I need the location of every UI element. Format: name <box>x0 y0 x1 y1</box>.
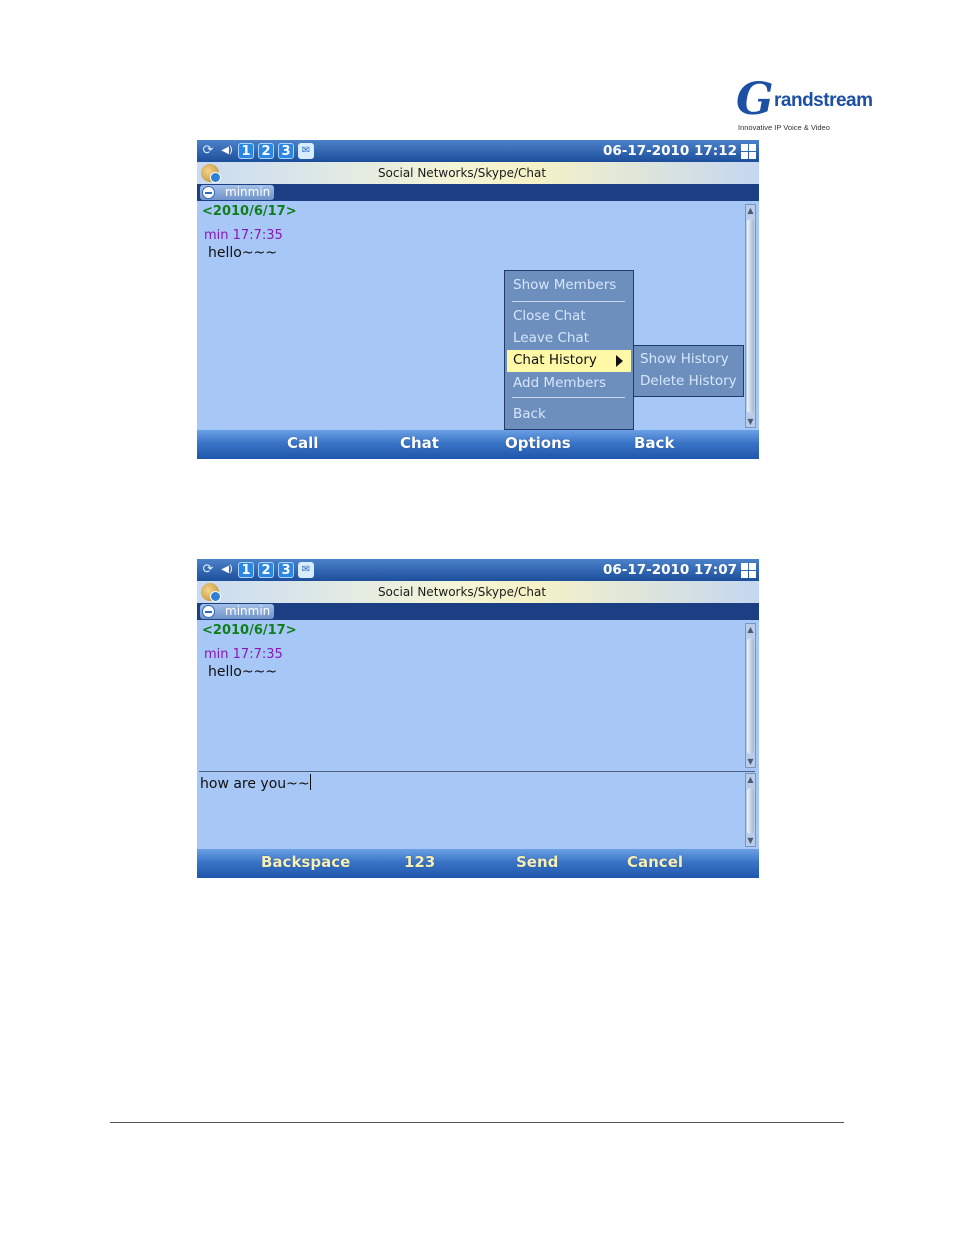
chat-date: <2010/6/17> <box>202 623 297 638</box>
chat-scrollbar[interactable]: ▲ ▼ <box>745 204 756 428</box>
message-text: hello~~~ <box>208 664 278 680</box>
datetime: 06-17-2010 17:12 <box>602 143 737 159</box>
contact-tab[interactable]: minmin <box>200 185 274 200</box>
line-3-icon[interactable]: 3 <box>278 562 294 578</box>
title-bar: Social Networks/Skype/Chat <box>197 581 759 603</box>
status-bar: ⟳ ◀) 1 2 3 ✉ 06-17-2010 17:12 <box>197 140 759 162</box>
message-input[interactable]: how are you~~ <box>199 771 755 850</box>
screenshot-compose-message: ⟳ ◀) 1 2 3 ✉ 06-17-2010 17:07 Social Net… <box>197 559 759 878</box>
message-sender: min 17:7:35 <box>204 228 283 243</box>
message-input-text[interactable]: how are you~~ <box>200 774 311 792</box>
scroll-up-icon[interactable]: ▲ <box>746 775 755 784</box>
softkey-bar: Backspace 123 Send Cancel <box>197 849 759 878</box>
submenu-item-show-history[interactable]: Show History <box>640 351 729 367</box>
scroll-thumb[interactable] <box>747 788 754 834</box>
submenu-arrow-icon <box>616 355 623 367</box>
softkey-123[interactable]: 123 <box>404 853 435 871</box>
message-input-value: how are you~~ <box>200 776 310 792</box>
input-scrollbar[interactable]: ▲ ▼ <box>745 773 756 847</box>
scroll-up-icon[interactable]: ▲ <box>746 206 755 215</box>
scroll-down-icon[interactable]: ▼ <box>746 417 755 426</box>
softkey-back[interactable]: Back <box>634 434 674 452</box>
menu-divider <box>512 397 625 398</box>
page-footer-rule <box>110 1122 844 1123</box>
chat-history-submenu: Show History Delete History <box>633 345 744 397</box>
contact-tab[interactable]: minmin <box>200 604 274 619</box>
menu-item-leave-chat[interactable]: Leave Chat <box>513 330 589 346</box>
line-2-icon[interactable]: 2 <box>258 143 274 159</box>
contact-status-icon <box>202 186 215 199</box>
menu-item-add-members[interactable]: Add Members <box>513 375 606 391</box>
grandstream-logo: G randstream Innovative IP Voice & Video <box>734 74 873 138</box>
sync-icon: ⟳ <box>202 143 214 158</box>
menu-item-chat-history-label: Chat History <box>513 352 597 368</box>
speaker-icon: ◀) <box>221 145 233 156</box>
message-sender: min 17:7:35 <box>204 647 283 662</box>
softkey-options[interactable]: Options <box>505 434 571 452</box>
scroll-thumb[interactable] <box>747 219 754 413</box>
softkey-bar: Call Chat Options Back <box>197 430 759 459</box>
page-title: Social Networks/Skype/Chat <box>377 585 547 599</box>
chat-history-pane: <2010/6/17> min 17:7:35 hello~~~ <box>199 620 740 770</box>
scroll-down-icon[interactable]: ▼ <box>746 757 755 766</box>
contact-tab-bar: minmin <box>197 603 759 620</box>
contact-name: minmin <box>225 185 271 199</box>
screenshot-options-menu: ⟳ ◀) 1 2 3 ✉ 06-17-2010 17:12 Social Net… <box>197 140 759 459</box>
menu-item-show-members[interactable]: Show Members <box>513 277 616 293</box>
title-bar: Social Networks/Skype/Chat <box>197 162 759 184</box>
scroll-up-icon[interactable]: ▲ <box>746 625 755 634</box>
status-bar: ⟳ ◀) 1 2 3 ✉ 06-17-2010 17:07 <box>197 559 759 581</box>
menu-item-chat-history[interactable]: Chat History <box>507 350 631 372</box>
chat-scrollbar[interactable]: ▲ ▼ <box>745 623 756 768</box>
menu-item-close-chat[interactable]: Close Chat <box>513 308 586 324</box>
speaker-icon: ◀) <box>221 564 233 575</box>
softkey-send[interactable]: Send <box>516 853 558 871</box>
grid-menu-icon[interactable] <box>741 563 756 578</box>
logo-letter: G <box>736 74 774 125</box>
line-1-icon[interactable]: 1 <box>238 143 254 159</box>
contact-name: minmin <box>225 604 271 618</box>
sync-icon: ⟳ <box>202 562 214 577</box>
softkey-backspace[interactable]: Backspace <box>261 853 350 871</box>
contact-tab-bar: minmin <box>197 184 759 201</box>
message-text: hello~~~ <box>208 245 278 261</box>
message-icon: ✉ <box>298 562 314 578</box>
menu-divider <box>512 301 625 302</box>
message-icon: ✉ <box>298 143 314 159</box>
contact-status-icon <box>202 605 215 618</box>
line-1-icon[interactable]: 1 <box>238 562 254 578</box>
chat-date: <2010/6/17> <box>202 204 297 219</box>
options-menu: Show Members Close Chat Leave Chat Chat … <box>504 270 634 430</box>
scroll-thumb[interactable] <box>747 638 754 754</box>
grid-menu-icon[interactable] <box>741 144 756 159</box>
logo-wordmark: randstream <box>774 90 873 111</box>
softkey-cancel[interactable]: Cancel <box>627 853 683 871</box>
softkey-chat[interactable]: Chat <box>400 434 439 452</box>
page-title: Social Networks/Skype/Chat <box>377 166 547 180</box>
menu-item-back[interactable]: Back <box>513 406 546 422</box>
text-caret <box>309 774 311 790</box>
line-3-icon[interactable]: 3 <box>278 143 294 159</box>
line-2-icon[interactable]: 2 <box>258 562 274 578</box>
datetime: 06-17-2010 17:07 <box>602 562 737 578</box>
logo-tagline: Innovative IP Voice & Video <box>738 123 830 132</box>
softkey-call[interactable]: Call <box>287 434 318 452</box>
scroll-down-icon[interactable]: ▼ <box>746 836 755 845</box>
submenu-item-delete-history[interactable]: Delete History <box>640 373 737 389</box>
